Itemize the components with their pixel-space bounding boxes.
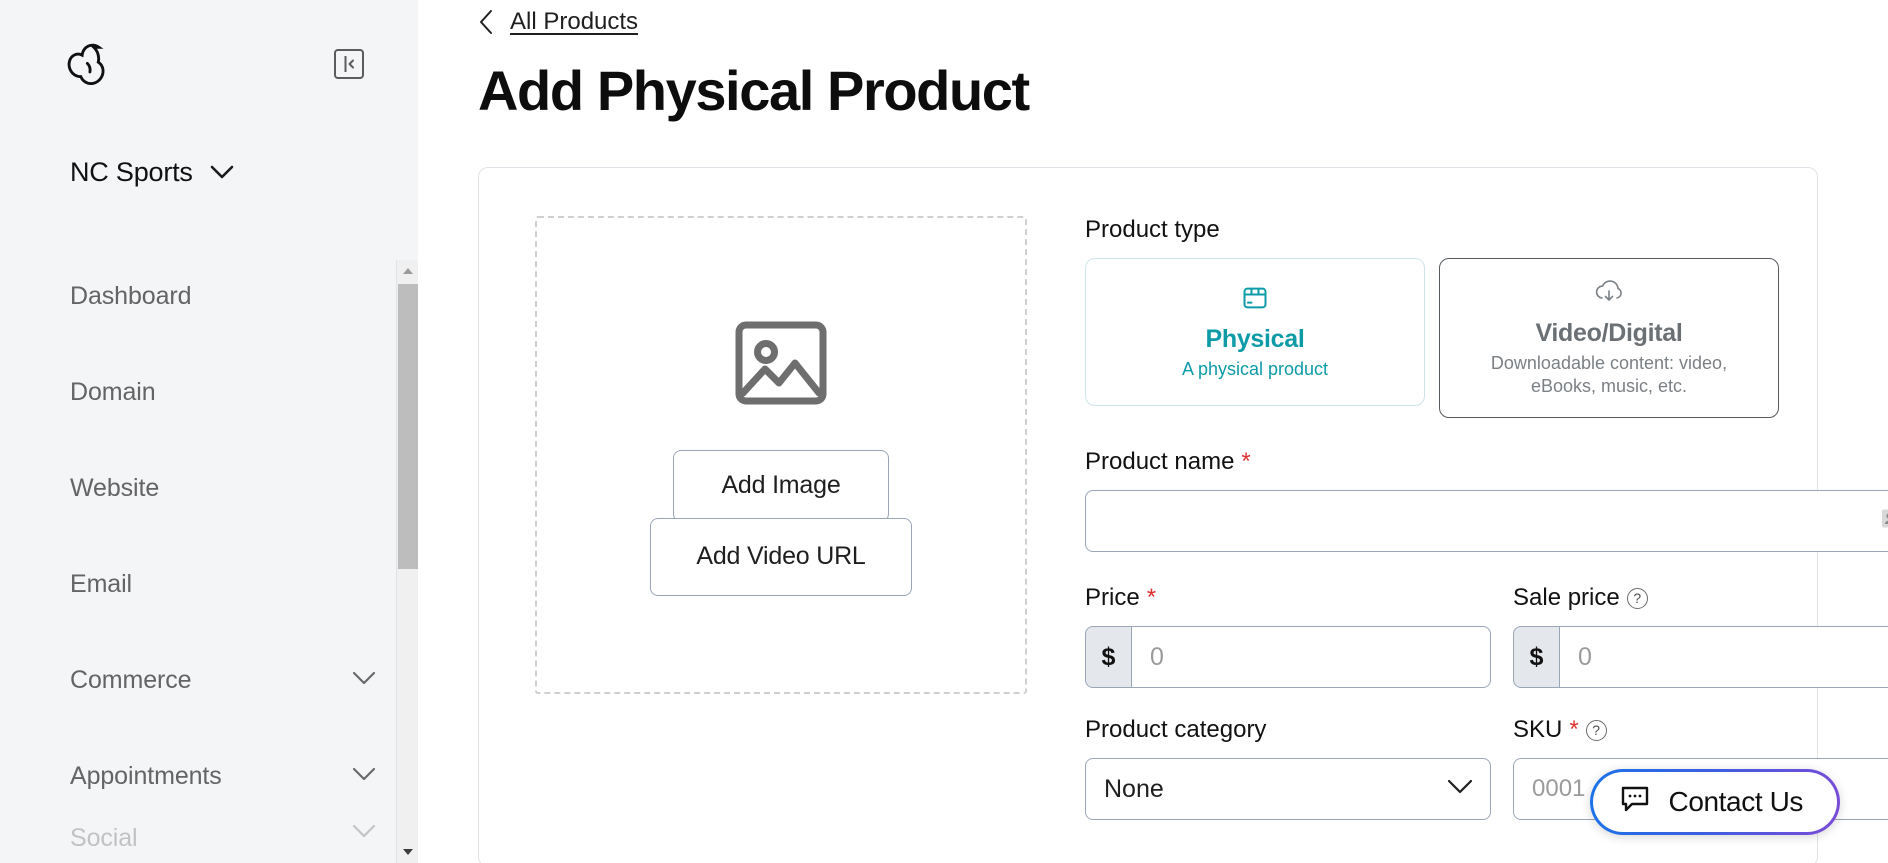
sidebar-item-label: Appointments <box>70 761 222 790</box>
product-category-column: Product category None <box>1085 716 1491 820</box>
product-type-video-digital-card[interactable]: Video/Digital Downloadable content: vide… <box>1439 258 1779 418</box>
chevron-down-icon <box>209 164 235 180</box>
sale-price-column: Sale price ? $ <box>1513 584 1888 688</box>
chevron-down-icon <box>1447 779 1473 799</box>
scrollbar-thumb[interactable] <box>398 284 418 569</box>
contact-us-inner: Contact Us <box>1592 772 1837 832</box>
help-circle-icon[interactable]: ? <box>1585 719 1607 741</box>
app-root: NC Sports Dashboard Domain Website Email… <box>0 0 1888 863</box>
product-category-select[interactable]: None <box>1085 758 1491 820</box>
product-fields: Product type Physical A physical product <box>1053 216 1888 820</box>
account-switcher[interactable]: NC Sports <box>0 142 418 202</box>
sale-price-field: $ <box>1513 626 1888 688</box>
sku-label: SKU * ? <box>1513 716 1888 744</box>
sidebar-item-website[interactable]: Website <box>70 440 376 536</box>
sidebar-item-commerce[interactable]: Commerce <box>70 632 376 728</box>
currency-symbol: $ <box>1085 626 1131 688</box>
chevron-down-icon <box>352 671 376 690</box>
sidebar-nav: Dashboard Domain Website Email Commerce <box>0 248 418 863</box>
sidebar-item-social[interactable]: Social <box>70 824 376 863</box>
price-row: Price * $ Sale price ? <box>1085 584 1888 688</box>
sale-price-input[interactable] <box>1559 626 1888 688</box>
chevron-down-icon <box>352 824 376 843</box>
cloud-download-icon <box>1593 279 1625 311</box>
product-type-subtitle: Downloadable content: video, eBooks, mus… <box>1490 352 1728 396</box>
sidebar-item-label: Dashboard <box>70 281 192 310</box>
sidebar-item-label: Commerce <box>70 665 192 694</box>
product-form-card: Add Image Add Video URL Product type Phy… <box>478 167 1888 863</box>
product-name-label: Product name * <box>1085 448 1251 475</box>
contact-card-autofill-icon[interactable] <box>1881 509 1888 534</box>
sale-price-label: Sale price ? <box>1513 584 1888 612</box>
add-video-url-button[interactable]: Add Video URL <box>650 517 912 596</box>
page-title: Add Physical Product <box>478 59 1030 122</box>
product-type-physical-card[interactable]: Physical A physical product <box>1085 258 1425 406</box>
godaddy-logo-icon[interactable] <box>62 38 114 90</box>
product-type-subtitle: A physical product <box>1181 359 1329 380</box>
sidebar-item-appointments[interactable]: Appointments <box>70 728 376 824</box>
product-type-options: Physical A physical product Video/Digita… <box>1085 258 1888 418</box>
product-category-select-wrap: None <box>1085 758 1491 820</box>
product-name-input[interactable] <box>1085 490 1888 552</box>
sidebar-item-label: Email <box>70 569 133 598</box>
sidebar: NC Sports Dashboard Domain Website Email… <box>0 0 418 863</box>
required-asterisk: * <box>1146 584 1157 611</box>
sidebar-header <box>0 0 418 128</box>
add-image-button[interactable]: Add Image <box>673 449 889 522</box>
required-asterisk: * <box>1241 448 1251 475</box>
sidebar-item-label: Social <box>70 824 138 852</box>
image-placeholder-icon <box>733 315 829 416</box>
price-label: Price * <box>1085 584 1157 611</box>
price-input[interactable] <box>1131 626 1491 688</box>
required-asterisk: * <box>1569 716 1579 743</box>
currency-symbol: $ <box>1513 626 1559 688</box>
panel-collapse-icon[interactable] <box>334 49 364 79</box>
sidebar-item-dashboard[interactable]: Dashboard <box>70 248 376 344</box>
breadcrumb-all-products-link[interactable]: All Products <box>510 8 638 36</box>
main-content: All Products Add Physical Product Add Im… <box>418 0 1888 863</box>
contact-us-widget[interactable]: Contact Us <box>1589 769 1840 835</box>
sidebar-item-label: Domain <box>70 377 156 406</box>
price-field: $ <box>1085 626 1491 688</box>
help-circle-icon[interactable]: ? <box>1626 587 1648 609</box>
product-type-title: Video/Digital <box>1535 318 1683 347</box>
chevron-left-icon[interactable] <box>478 9 494 35</box>
contact-us-label: Contact Us <box>1668 786 1804 817</box>
product-type-title: Physical <box>1205 325 1305 354</box>
scroll-down-arrow-icon[interactable] <box>397 841 419 863</box>
sidebar-item-domain[interactable]: Domain <box>70 344 376 440</box>
account-name: NC Sports <box>70 156 193 187</box>
media-upload-dropzone[interactable]: Add Image Add Video URL <box>535 216 1027 694</box>
product-category-label: Product category <box>1085 716 1267 743</box>
product-category-value: None <box>1104 774 1164 803</box>
chat-bubble-icon <box>1621 786 1651 819</box>
product-type-label: Product type <box>1085 216 1220 243</box>
product-name-field-wrap <box>1085 490 1888 552</box>
chevron-down-icon <box>352 767 376 786</box>
sidebar-item-label: Website <box>70 473 160 502</box>
sidebar-scrollbar[interactable] <box>396 260 418 863</box>
breadcrumb: All Products <box>478 0 1888 40</box>
box-icon <box>1241 284 1269 317</box>
sidebar-item-email[interactable]: Email <box>70 536 376 632</box>
scroll-up-arrow-icon[interactable] <box>397 260 419 282</box>
price-column: Price * $ <box>1085 584 1491 688</box>
